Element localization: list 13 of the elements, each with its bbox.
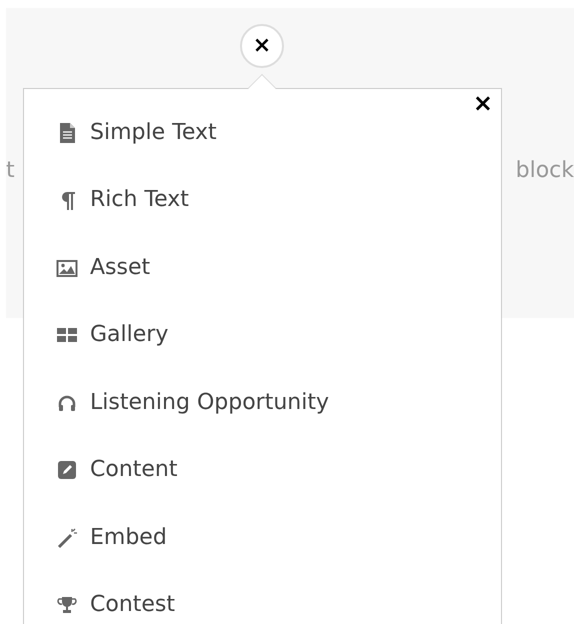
menu-item[interactable]: Asset (90, 256, 150, 279)
menu-item[interactable]: Gallery (90, 324, 168, 346)
menu-item[interactable]: Simple Text (90, 122, 217, 144)
menu-item[interactable]: Contest (90, 594, 176, 616)
menu-item[interactable]: Content (90, 459, 178, 482)
menu-item[interactable]: Rich Text (90, 189, 189, 212)
menu-item[interactable]: Listening Opportunity (90, 392, 329, 414)
close-button[interactable]: × (470, 91, 495, 115)
edit-icon (56, 459, 78, 482)
background-text: t (6, 160, 15, 182)
background-text: block (516, 160, 574, 182)
wand-icon (56, 526, 78, 549)
menu-item[interactable]: Embed (90, 526, 167, 549)
